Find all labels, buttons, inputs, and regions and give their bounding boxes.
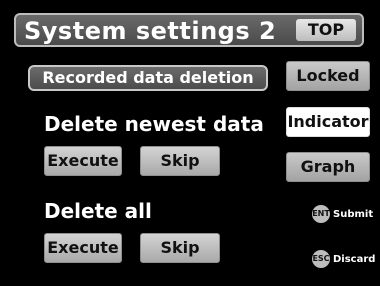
title-bar: System settings 2 TOP [14, 13, 364, 47]
delete-all-label: Delete all [44, 199, 152, 223]
page-title: System settings 2 [24, 17, 277, 45]
delete-all-execute-button[interactable]: Execute [44, 233, 122, 263]
system-settings-screen: System settings 2 TOP Recorded data dele… [0, 0, 380, 286]
delete-newest-skip-button[interactable]: Skip [140, 146, 220, 176]
discard-label: Discard [333, 253, 376, 265]
delete-all-skip-button[interactable]: Skip [140, 233, 220, 263]
indicator-button[interactable]: Indicator [286, 107, 370, 137]
top-button[interactable]: TOP [296, 19, 356, 41]
section-header-recorded-data-deletion: Recorded data deletion [28, 65, 268, 91]
graph-button[interactable]: Graph [286, 152, 370, 182]
escape-key-hint: ESC Discard [312, 250, 375, 268]
esc-key-icon: ESC [312, 250, 330, 268]
ent-key-icon: ENT [312, 205, 330, 223]
enter-key-hint: ENT Submit [312, 205, 373, 223]
delete-newest-label: Delete newest data [44, 112, 264, 136]
submit-label: Submit [333, 208, 374, 220]
locked-button[interactable]: Locked [286, 61, 370, 91]
delete-newest-execute-button[interactable]: Execute [44, 146, 122, 176]
